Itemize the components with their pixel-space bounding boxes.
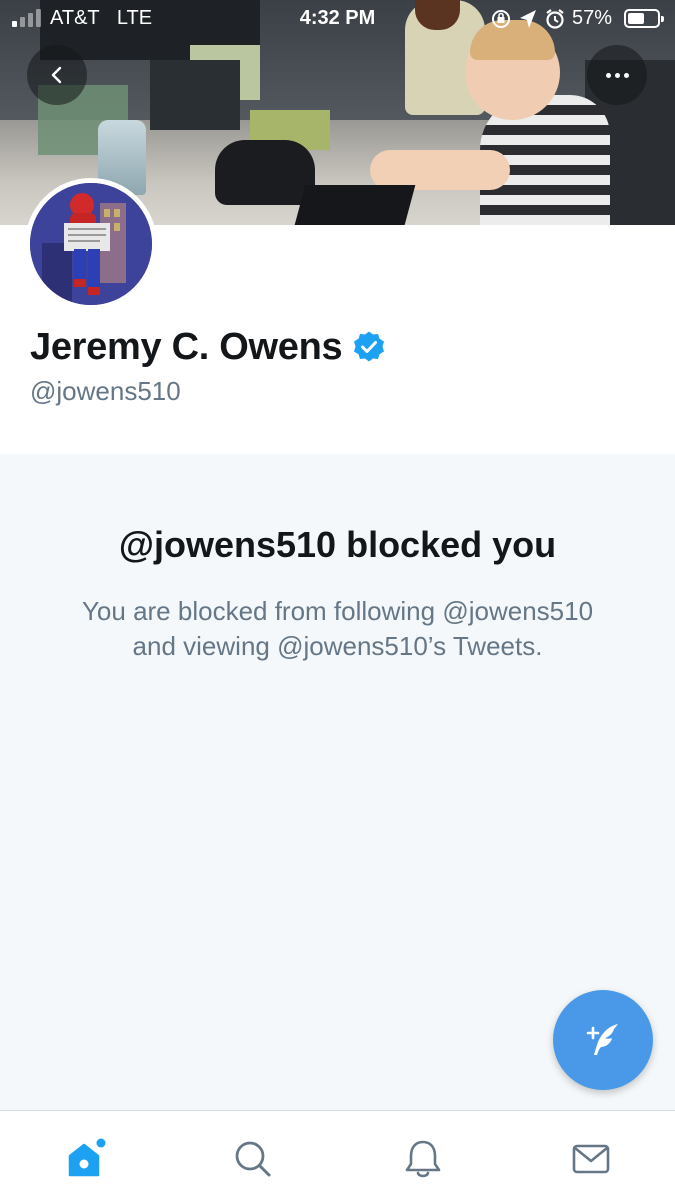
back-button[interactable]	[27, 45, 87, 105]
tab-home[interactable]	[57, 1131, 113, 1187]
header-desk-phone-shape	[215, 140, 315, 205]
tab-notifications[interactable]	[395, 1131, 451, 1187]
battery-icon	[624, 9, 664, 28]
more-horizontal-icon	[605, 72, 629, 78]
bottom-tab-bar	[0, 1110, 675, 1200]
status-bar: AT&T LTE 4:32 PM 57%	[0, 0, 675, 38]
header-keyboard-shape	[294, 185, 416, 225]
display-name: Jeremy C. Owens	[30, 325, 343, 368]
bell-icon	[405, 1140, 441, 1178]
verified-badge-icon	[354, 331, 385, 362]
chevron-left-icon	[51, 66, 62, 84]
header-baby-arm-shape	[370, 150, 510, 190]
rotation-lock-icon	[492, 10, 510, 28]
avatar-illustration	[30, 183, 152, 305]
battery-percentage: 57%	[572, 7, 613, 29]
header-monitor2-shape	[150, 60, 240, 130]
profile-name-row: Jeremy C. Owens	[30, 322, 386, 372]
alarm-icon	[546, 9, 564, 29]
battery-fill	[628, 13, 644, 24]
avatar[interactable]	[25, 178, 157, 310]
search-icon	[235, 1141, 271, 1177]
more-options-button[interactable]	[587, 45, 647, 105]
blocked-message: You are blocked from following @jowens51…	[81, 596, 594, 661]
profile-handle: @jowens510	[30, 376, 181, 406]
location-arrow-icon	[520, 10, 536, 28]
compose-tweet-button[interactable]	[553, 990, 653, 1090]
tab-search[interactable]	[225, 1131, 281, 1187]
avatar-image	[30, 183, 152, 305]
home-icon	[68, 1138, 106, 1177]
blocked-title: @jowens510 blocked you	[118, 524, 557, 565]
mail-icon	[572, 1144, 610, 1174]
tab-messages[interactable]	[563, 1131, 619, 1187]
compose-tweet-icon	[586, 1024, 618, 1055]
